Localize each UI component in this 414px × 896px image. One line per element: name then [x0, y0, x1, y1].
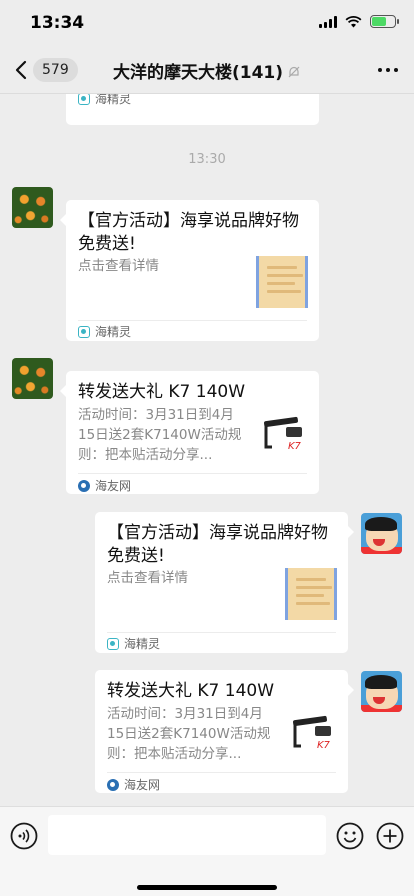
- chat-title: 大洋的摩天大楼(141): [0, 58, 414, 83]
- wifi-icon: [345, 15, 362, 27]
- card-source-name: 海友网: [124, 778, 161, 792]
- input-bar: [0, 806, 414, 896]
- message-card[interactable]: 【官方活动】海享说品牌好物免费送! 点击查看详情 海精灵: [60, 200, 319, 341]
- promo-thumbnail: [285, 568, 337, 620]
- status-bar: 13:34: [0, 0, 414, 46]
- message-input[interactable]: [48, 815, 326, 855]
- promo-thumbnail: [256, 256, 308, 308]
- card-source: 海精灵: [78, 94, 131, 107]
- message-timestamp: 13:30: [188, 152, 226, 167]
- chat-header: 579 大洋的摩天大楼(141): [0, 46, 414, 94]
- message-card[interactable]: 【官方活动】海享说品牌好物免费送! 点击查看详情 海精灵: [95, 512, 354, 653]
- message-card[interactable]: 转发送大礼 K7 140W 活动时间：3月31日到4月15日送2套K7140W活…: [95, 670, 354, 793]
- status-icons: [319, 15, 399, 28]
- card-divider: [78, 320, 307, 321]
- card-title: 【官方活动】海享说品牌好物免费送!: [78, 211, 299, 254]
- card-divider: [107, 632, 336, 633]
- flower-avatar[interactable]: [12, 358, 53, 399]
- haiyouwang-icon: [78, 479, 90, 492]
- shin-chan-avatar[interactable]: [361, 513, 402, 554]
- haijingling-icon: [107, 637, 119, 650]
- message-card[interactable]: 转发送大礼 K7 140W 活动时间：3月31日到4月15日送2套K7140W活…: [60, 371, 319, 494]
- shin-chan-avatar[interactable]: [361, 671, 402, 712]
- card-title: 转发送大礼 K7 140W: [78, 382, 246, 402]
- card-source: 海友网: [78, 477, 131, 494]
- more-options-icon[interactable]: [378, 68, 398, 72]
- card-source-name: 海精灵: [124, 637, 161, 651]
- aquarium-light-thumbnail: K7: [258, 409, 310, 461]
- card-source: 海友网: [107, 776, 160, 793]
- card-source-name: 海友网: [95, 479, 132, 493]
- card-title: 【官方活动】海享说品牌好物免费送!: [107, 523, 328, 566]
- haiyouwang-icon: [107, 778, 119, 791]
- message-card-partial[interactable]: 海精灵: [66, 94, 319, 125]
- haijingling-icon: [78, 94, 90, 105]
- card-description: 活动时间：3月31日到4月15日送2套K7140W活动规则：把本贴活动分享...: [78, 407, 242, 463]
- chat-title-text: 大洋的摩天大楼(141): [112, 63, 284, 83]
- card-source: 海精灵: [107, 635, 160, 652]
- emoji-icon[interactable]: [336, 822, 364, 850]
- aquarium-light-thumbnail: K7: [287, 708, 339, 760]
- card-title: 转发送大礼 K7 140W: [107, 681, 275, 701]
- svg-text:K7: K7: [288, 441, 302, 452]
- flower-avatar[interactable]: [12, 187, 53, 228]
- home-indicator: [137, 885, 277, 890]
- battery-icon: [370, 15, 399, 28]
- card-divider: [78, 473, 307, 474]
- card-source-name: 海精灵: [95, 325, 132, 339]
- svg-text:K7: K7: [317, 740, 331, 751]
- voice-icon[interactable]: [10, 822, 38, 850]
- card-divider: [107, 772, 336, 773]
- haijingling-icon: [78, 325, 90, 338]
- card-source: 海精灵: [78, 323, 131, 340]
- card-source-name: 海精灵: [95, 94, 132, 106]
- mute-bell-icon: [288, 66, 300, 78]
- cellular-signal-icon: [319, 15, 337, 28]
- status-time: 13:34: [30, 13, 85, 33]
- card-description: 点击查看详情: [78, 258, 159, 274]
- battery-level: [372, 17, 387, 26]
- plus-icon[interactable]: [376, 822, 404, 850]
- card-description: 点击查看详情: [107, 570, 188, 586]
- card-description: 活动时间：3月31日到4月15日送2套K7140W活动规则：把本贴活动分享...: [107, 706, 271, 762]
- chat-message-list[interactable]: 海精灵 13:30 【官方活动】海享说品牌好物免费送! 点击查看详情 海精灵 转…: [0, 94, 414, 806]
